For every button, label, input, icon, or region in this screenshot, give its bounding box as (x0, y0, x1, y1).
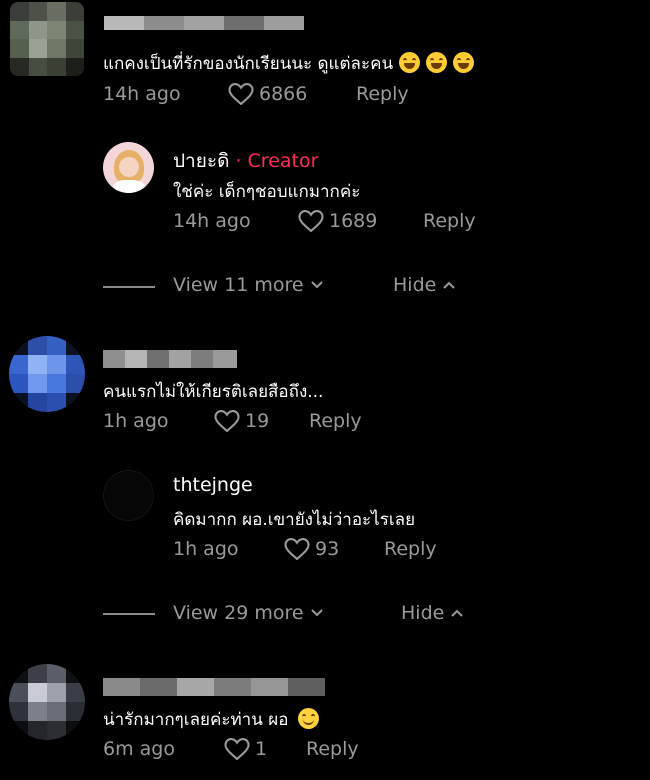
divider-line (103, 286, 155, 288)
comment-text: คนแรกไม่ให้เกียรติเลยสือถึง... (103, 382, 324, 402)
reply-button[interactable]: Reply (306, 738, 359, 760)
like-count: 19 (245, 410, 270, 432)
comment-time: 6m ago (103, 738, 175, 760)
like-count: 1 (255, 738, 268, 760)
username-blurred[interactable] (103, 350, 237, 368)
like-button[interactable]: 1689 (298, 210, 377, 232)
view-more-replies-button[interactable]: View 29 more (173, 602, 324, 624)
hide-replies-button[interactable]: Hide (401, 602, 464, 624)
avatar[interactable] (10, 2, 84, 76)
reply-button[interactable]: Reply (423, 210, 476, 232)
chevron-up-icon (451, 609, 464, 617)
like-button[interactable]: 93 (284, 538, 339, 560)
grinning-sweat-emoji (399, 52, 421, 73)
heart-outline-icon (298, 210, 324, 232)
heart-outline-icon (214, 410, 240, 432)
heart-outline-icon (228, 83, 254, 105)
avatar[interactable] (9, 336, 85, 412)
chevron-down-icon (310, 281, 323, 289)
creator-badge: · Creator (235, 150, 319, 172)
avatar[interactable] (9, 664, 85, 740)
avatar[interactable] (103, 142, 154, 193)
reply-time: 14h ago (173, 210, 251, 232)
chevron-up-icon (443, 281, 456, 289)
reply-button[interactable]: Reply (384, 538, 437, 560)
smiling-emoji (298, 708, 320, 729)
like-count: 93 (315, 538, 340, 560)
like-button[interactable]: 6866 (228, 83, 307, 105)
reply-button[interactable]: Reply (356, 83, 409, 105)
reply-username[interactable]: thtejnge (173, 474, 253, 496)
heart-outline-icon (224, 738, 250, 760)
reply-text: คิดมากก ผอ.เขายังไม่ว่าอะไรเลย (173, 510, 416, 530)
like-count: 1689 (329, 210, 378, 232)
username-blurred[interactable] (103, 678, 325, 696)
grinning-sweat-emoji (453, 52, 475, 73)
comment-time: 1h ago (103, 410, 169, 432)
like-button[interactable]: 19 (214, 410, 269, 432)
view-more-replies-button[interactable]: View 11 more (173, 274, 324, 296)
heart-outline-icon (284, 538, 310, 560)
comment-text: น่ารักมากๆเลยค่ะท่าน ผอ (103, 706, 320, 733)
like-button[interactable]: 1 (224, 738, 267, 760)
username-blurred[interactable] (104, 16, 304, 30)
reply-time: 1h ago (173, 538, 239, 560)
reply-text: ใช่ค่ะ เด็กๆชอบแกมากค่ะ (173, 182, 361, 202)
comment-text: แกคงเป็นที่รักของนักเรียนนะ ดูแต่ละคน (103, 50, 475, 77)
hide-replies-button[interactable]: Hide (393, 274, 456, 296)
divider-line (103, 613, 155, 615)
reply-button[interactable]: Reply (309, 410, 362, 432)
avatar[interactable] (103, 470, 154, 521)
reply-username[interactable]: ปายะดิ · Creator (173, 146, 318, 176)
grinning-sweat-emoji (426, 52, 448, 73)
comment-time: 14h ago (103, 83, 181, 105)
chevron-down-icon (310, 609, 323, 617)
like-count: 6866 (259, 83, 308, 105)
